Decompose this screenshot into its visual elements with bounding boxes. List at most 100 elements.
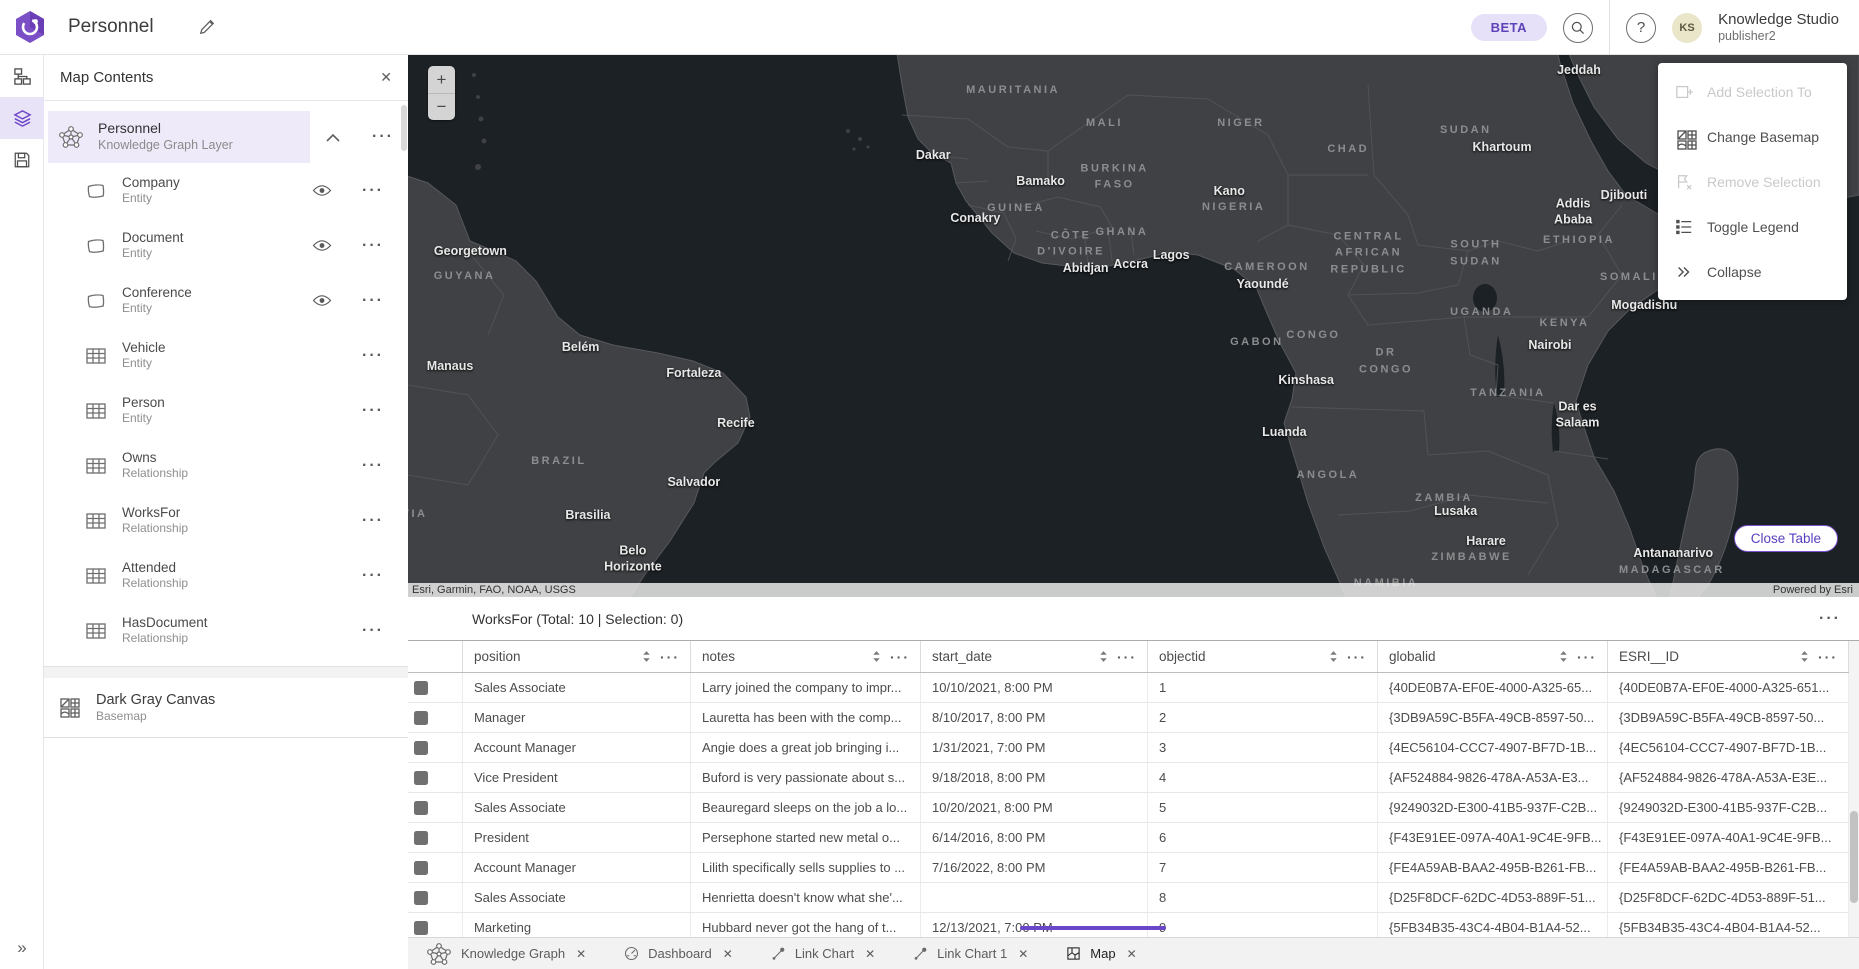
row-checkbox[interactable] [414, 921, 428, 935]
column-options-icon[interactable]: ··· [1347, 649, 1367, 665]
cell-start_date: 12/13/2021, 7:00 PM [921, 913, 1148, 937]
column-header-start_date[interactable]: start_date··· [921, 641, 1148, 672]
layer-item-hasdocument[interactable]: HasDocumentRelationship··· [44, 603, 408, 658]
layer-options-icon[interactable]: ··· [362, 347, 384, 365]
column-header-globalid[interactable]: globalid··· [1378, 641, 1608, 672]
menu-item-toggle-legend[interactable]: Toggle Legend [1658, 204, 1847, 249]
layers-icon [13, 109, 32, 128]
row-checkbox[interactable] [414, 861, 428, 875]
tab-link-chart[interactable]: Link Chart✕ [771, 946, 875, 961]
zoom-out-button[interactable]: − [428, 93, 455, 120]
sort-icon[interactable] [1099, 650, 1108, 663]
column-header-objectid[interactable]: objectid··· [1148, 641, 1378, 672]
close-panel-icon[interactable]: ✕ [380, 69, 392, 86]
layer-item-company[interactable]: CompanyEntity··· [44, 163, 408, 218]
layer-list: CompanyEntity···DocumentEntity···Confere… [44, 163, 408, 658]
table-row[interactable]: Vice PresidentBuford is very passionate … [408, 763, 1859, 793]
cell-esri__id: {4EC56104-CCC7-4907-BF7D-1B... [1608, 733, 1849, 762]
table-row[interactable]: Sales AssociateHenrietta doesn't know wh… [408, 883, 1859, 913]
sort-icon[interactable] [642, 650, 651, 663]
table-options-icon[interactable]: ··· [1819, 610, 1841, 628]
tab-dashboard[interactable]: Dashboard✕ [624, 946, 733, 961]
layer-options-icon[interactable]: ··· [362, 622, 384, 640]
row-checkbox[interactable] [414, 831, 428, 845]
column-options-icon[interactable]: ··· [890, 649, 910, 665]
sort-icon[interactable] [1559, 650, 1568, 663]
column-header-position[interactable]: position··· [463, 641, 691, 672]
tab-link-chart-1[interactable]: Link Chart 1✕ [913, 946, 1028, 961]
map-view[interactable]: MAURITANIAMALINIGERCHADSUDANBURKINA FASO… [408, 55, 1859, 597]
close-tab-icon[interactable]: ✕ [865, 947, 875, 961]
layer-group-options-icon[interactable]: ··· [372, 128, 394, 146]
layer-item-worksfor[interactable]: WorksForRelationship··· [44, 493, 408, 548]
row-checkbox[interactable] [414, 741, 428, 755]
search-button[interactable] [1563, 13, 1593, 43]
close-tab-icon[interactable]: ✕ [1127, 947, 1137, 961]
tab-knowledge-graph[interactable]: Knowledge Graph✕ [426, 941, 586, 967]
sort-icon[interactable] [872, 650, 881, 663]
column-header-notes[interactable]: notes··· [691, 641, 921, 672]
close-tab-icon[interactable]: ✕ [723, 947, 733, 961]
layer-options-icon[interactable]: ··· [362, 182, 384, 200]
tab-map[interactable]: Map✕ [1066, 946, 1136, 961]
basemap-item[interactable]: Dark Gray Canvas Basemap [44, 678, 408, 738]
row-checkbox[interactable] [414, 681, 428, 695]
horizontal-scrollbar[interactable] [1020, 926, 1166, 930]
cell-globalid: {9249032D-E300-41B5-937F-C2B... [1378, 793, 1608, 822]
table-row[interactable]: Account ManagerAngie does a great job br… [408, 733, 1859, 763]
zoom-in-button[interactable]: + [428, 66, 455, 93]
edit-title-icon[interactable] [198, 18, 216, 36]
layer-options-icon[interactable]: ··· [362, 292, 384, 310]
layer-options-icon[interactable]: ··· [362, 512, 384, 530]
rail-item-save[interactable] [0, 139, 44, 181]
visibility-eye-icon[interactable] [312, 294, 332, 307]
layer-item-attended[interactable]: AttendedRelationship··· [44, 548, 408, 603]
entity-polygon-icon [84, 179, 108, 203]
column-options-icon[interactable]: ··· [660, 649, 680, 665]
table-row[interactable]: PresidentPersephone started new metal o.… [408, 823, 1859, 853]
column-options-icon[interactable]: ··· [1577, 649, 1597, 665]
cell-position: Account Manager [463, 733, 691, 762]
layer-options-icon[interactable]: ··· [362, 237, 384, 255]
rail-item-data-model[interactable] [0, 55, 44, 97]
expand-rail-button[interactable]: » [0, 933, 44, 963]
layer-item-vehicle[interactable]: VehicleEntity··· [44, 328, 408, 383]
vertical-scrollbar-thumb[interactable] [1850, 811, 1858, 903]
layer-options-icon[interactable]: ··· [362, 402, 384, 420]
table-row[interactable]: Sales AssociateBeauregard sleeps on the … [408, 793, 1859, 823]
collapse-group-icon[interactable] [326, 133, 340, 142]
cell-objectid: 3 [1148, 733, 1378, 762]
layer-options-icon[interactable]: ··· [362, 457, 384, 475]
sort-icon[interactable] [1329, 650, 1338, 663]
user-menu[interactable]: Knowledge Studio publisher2 [1718, 11, 1839, 44]
visibility-eye-icon[interactable] [312, 184, 332, 197]
column-options-icon[interactable]: ··· [1117, 649, 1137, 665]
menu-item-collapse[interactable]: Collapse [1658, 249, 1847, 294]
row-checkbox[interactable] [414, 771, 428, 785]
row-checkbox[interactable] [414, 801, 428, 815]
table-row[interactable]: Account ManagerLilith specifically sells… [408, 853, 1859, 883]
table-row[interactable]: ManagerLauretta has been with the comp..… [408, 703, 1859, 733]
layer-item-document[interactable]: DocumentEntity··· [44, 218, 408, 273]
help-button[interactable]: ? [1626, 13, 1656, 43]
table-row[interactable]: Sales AssociateLarry joined the company … [408, 673, 1859, 703]
sort-icon[interactable] [1800, 650, 1809, 663]
close-tab-icon[interactable]: ✕ [576, 947, 586, 961]
visibility-eye-icon[interactable] [312, 239, 332, 252]
column-options-icon[interactable]: ··· [1818, 649, 1838, 665]
close-table-button[interactable]: Close Table [1734, 525, 1838, 552]
column-header-esri__id[interactable]: ESRI__ID··· [1608, 641, 1849, 672]
layer-group-personnel[interactable]: Personnel Knowledge Graph Layer ··· [44, 111, 408, 163]
rail-item-map-contents[interactable] [0, 97, 44, 139]
layer-options-icon[interactable]: ··· [362, 567, 384, 585]
table-row[interactable]: MarketingHubbard never got the hang of t… [408, 913, 1859, 937]
vertical-scrollbar-track[interactable] [1849, 641, 1859, 937]
avatar[interactable]: KS [1672, 13, 1702, 43]
row-checkbox[interactable] [414, 891, 428, 905]
close-tab-icon[interactable]: ✕ [1018, 947, 1028, 961]
layer-item-conference[interactable]: ConferenceEntity··· [44, 273, 408, 328]
layer-item-person[interactable]: PersonEntity··· [44, 383, 408, 438]
menu-item-change-basemap[interactable]: Change Basemap [1658, 114, 1847, 159]
layer-item-owns[interactable]: OwnsRelationship··· [44, 438, 408, 493]
row-checkbox[interactable] [414, 711, 428, 725]
